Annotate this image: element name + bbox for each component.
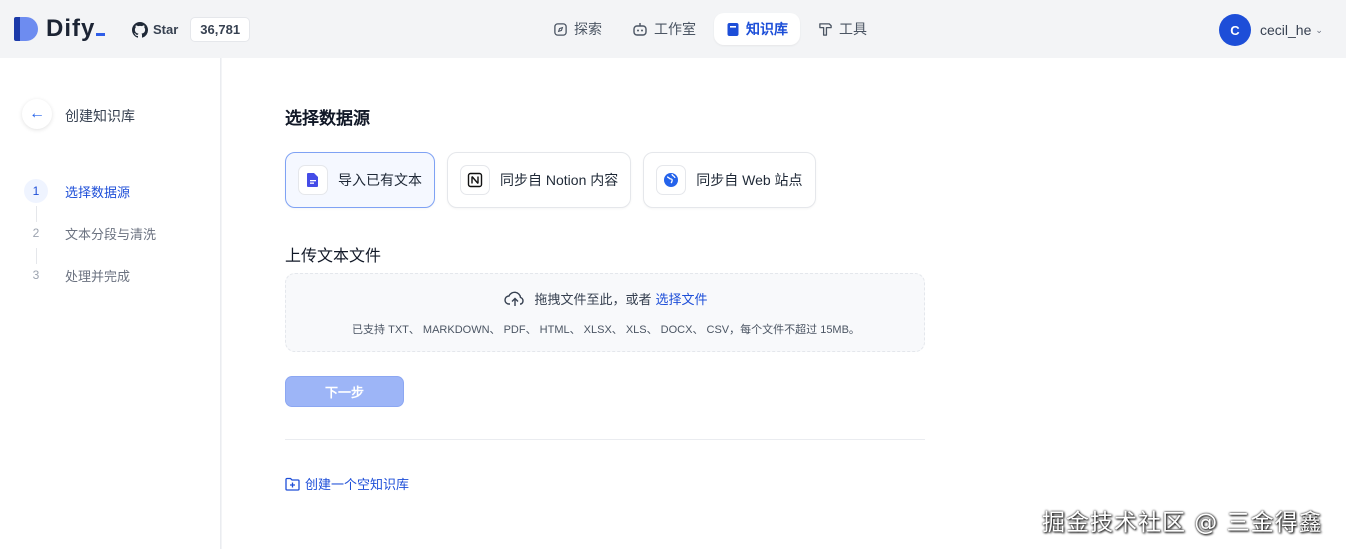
source-label: 同步自 Web 站点: [696, 172, 803, 188]
sidebar-title: 创建知识库: [65, 108, 135, 124]
book-icon: [727, 22, 739, 36]
file-text-icon: [298, 165, 328, 195]
nav-explore-label: 探索: [574, 21, 602, 37]
create-empty-kb-link[interactable]: 创建一个空知识库: [285, 474, 409, 493]
github-star-button[interactable]: Star: [132, 21, 179, 38]
steps-sidebar: ← 创建知识库 1 选择数据源 2 文本分段与清洗 3 处理并完成: [0, 58, 221, 549]
step-2: 2 文本分段与清洗: [24, 221, 156, 245]
step-number: 3: [32, 268, 40, 282]
source-label: 导入已有文本: [338, 172, 422, 188]
top-header: Dify Star 36,781 探索 工作室 知识库 工具 C cecil_h…: [0, 0, 1346, 58]
github-star-widget: Star 36,781: [132, 17, 251, 42]
data-source-options: 导入已有文本 同步自 Notion 内容 同步自 Web 站点: [285, 152, 816, 208]
step-connector: [36, 248, 37, 264]
source-label: 同步自 Notion 内容: [500, 172, 619, 188]
arrow-left-icon: ←: [29, 105, 45, 122]
step-1: 1 选择数据源: [24, 179, 130, 203]
upload-cloud-icon: [504, 291, 525, 306]
chevron-down-icon: ⌄: [1315, 24, 1323, 35]
watermark: 掘金技术社区 @ 三金得鑫: [1042, 510, 1323, 536]
nav-studio-label: 工作室: [654, 21, 696, 37]
dify-logo-mark: [14, 15, 40, 43]
source-web[interactable]: 同步自 Web 站点: [643, 152, 816, 208]
user-name: cecil_he: [1260, 22, 1312, 38]
step-label: 选择数据源: [65, 184, 131, 200]
logo-text: Dify: [46, 15, 106, 43]
divider: [285, 439, 925, 440]
source-notion[interactable]: 同步自 Notion 内容: [447, 152, 632, 208]
nav-explore[interactable]: 探索: [541, 13, 614, 45]
step-label: 文本分段与清洗: [65, 226, 157, 242]
dropzone-hint: 已支持 TXT、 MARKDOWN、 PDF、 HTML、 XLSX、 XLS、…: [352, 324, 860, 336]
notion-icon: [460, 165, 490, 195]
page-title: 选择数据源: [285, 109, 370, 128]
nav-studio[interactable]: 工作室: [620, 13, 708, 45]
explore-icon: [554, 22, 567, 36]
step-number: 1: [24, 179, 48, 203]
step-connector: [36, 206, 37, 222]
globe-icon: [656, 165, 687, 195]
avatar: C: [1219, 14, 1251, 46]
github-icon: [132, 21, 148, 38]
dify-logo[interactable]: Dify: [14, 15, 106, 43]
nav-knowledge[interactable]: 知识库: [714, 13, 800, 45]
step-3: 3 处理并完成: [24, 263, 130, 287]
select-file-link[interactable]: 选择文件: [656, 289, 708, 308]
dropzone-prompt-row: 拖拽文件至此，或者 选择文件: [286, 289, 926, 308]
github-star-label: Star: [153, 22, 179, 37]
back-button[interactable]: ←: [22, 99, 52, 129]
nav-tools[interactable]: 工具: [806, 13, 879, 45]
upload-section-title: 上传文本文件: [285, 248, 382, 265]
next-step-button[interactable]: 下一步: [285, 376, 404, 407]
nav-tools-label: 工具: [839, 21, 867, 37]
hammer-icon: [819, 22, 832, 36]
step-label: 处理并完成: [65, 268, 131, 284]
dropzone-prompt: 拖拽文件至此，或者: [534, 292, 652, 307]
main-nav: 探索 工作室 知识库 工具: [541, 13, 879, 45]
main-content: 选择数据源 导入已有文本 同步自 Notion 内容 同步自 Web 站点 上传…: [222, 58, 1346, 549]
file-dropzone[interactable]: 拖拽文件至此，或者 选择文件 已支持 TXT、 MARKDOWN、 PDF、 H…: [285, 273, 925, 352]
create-empty-kb-label: 创建一个空知识库: [305, 477, 410, 492]
source-import-text[interactable]: 导入已有文本: [285, 152, 435, 208]
folder-plus-icon: [285, 477, 300, 491]
robot-icon: [633, 22, 647, 36]
github-star-count[interactable]: 36,781: [190, 17, 251, 42]
user-menu[interactable]: C cecil_he ⌄: [1219, 14, 1323, 46]
nav-knowledge-label: 知识库: [746, 21, 788, 37]
step-number: 2: [32, 226, 40, 240]
